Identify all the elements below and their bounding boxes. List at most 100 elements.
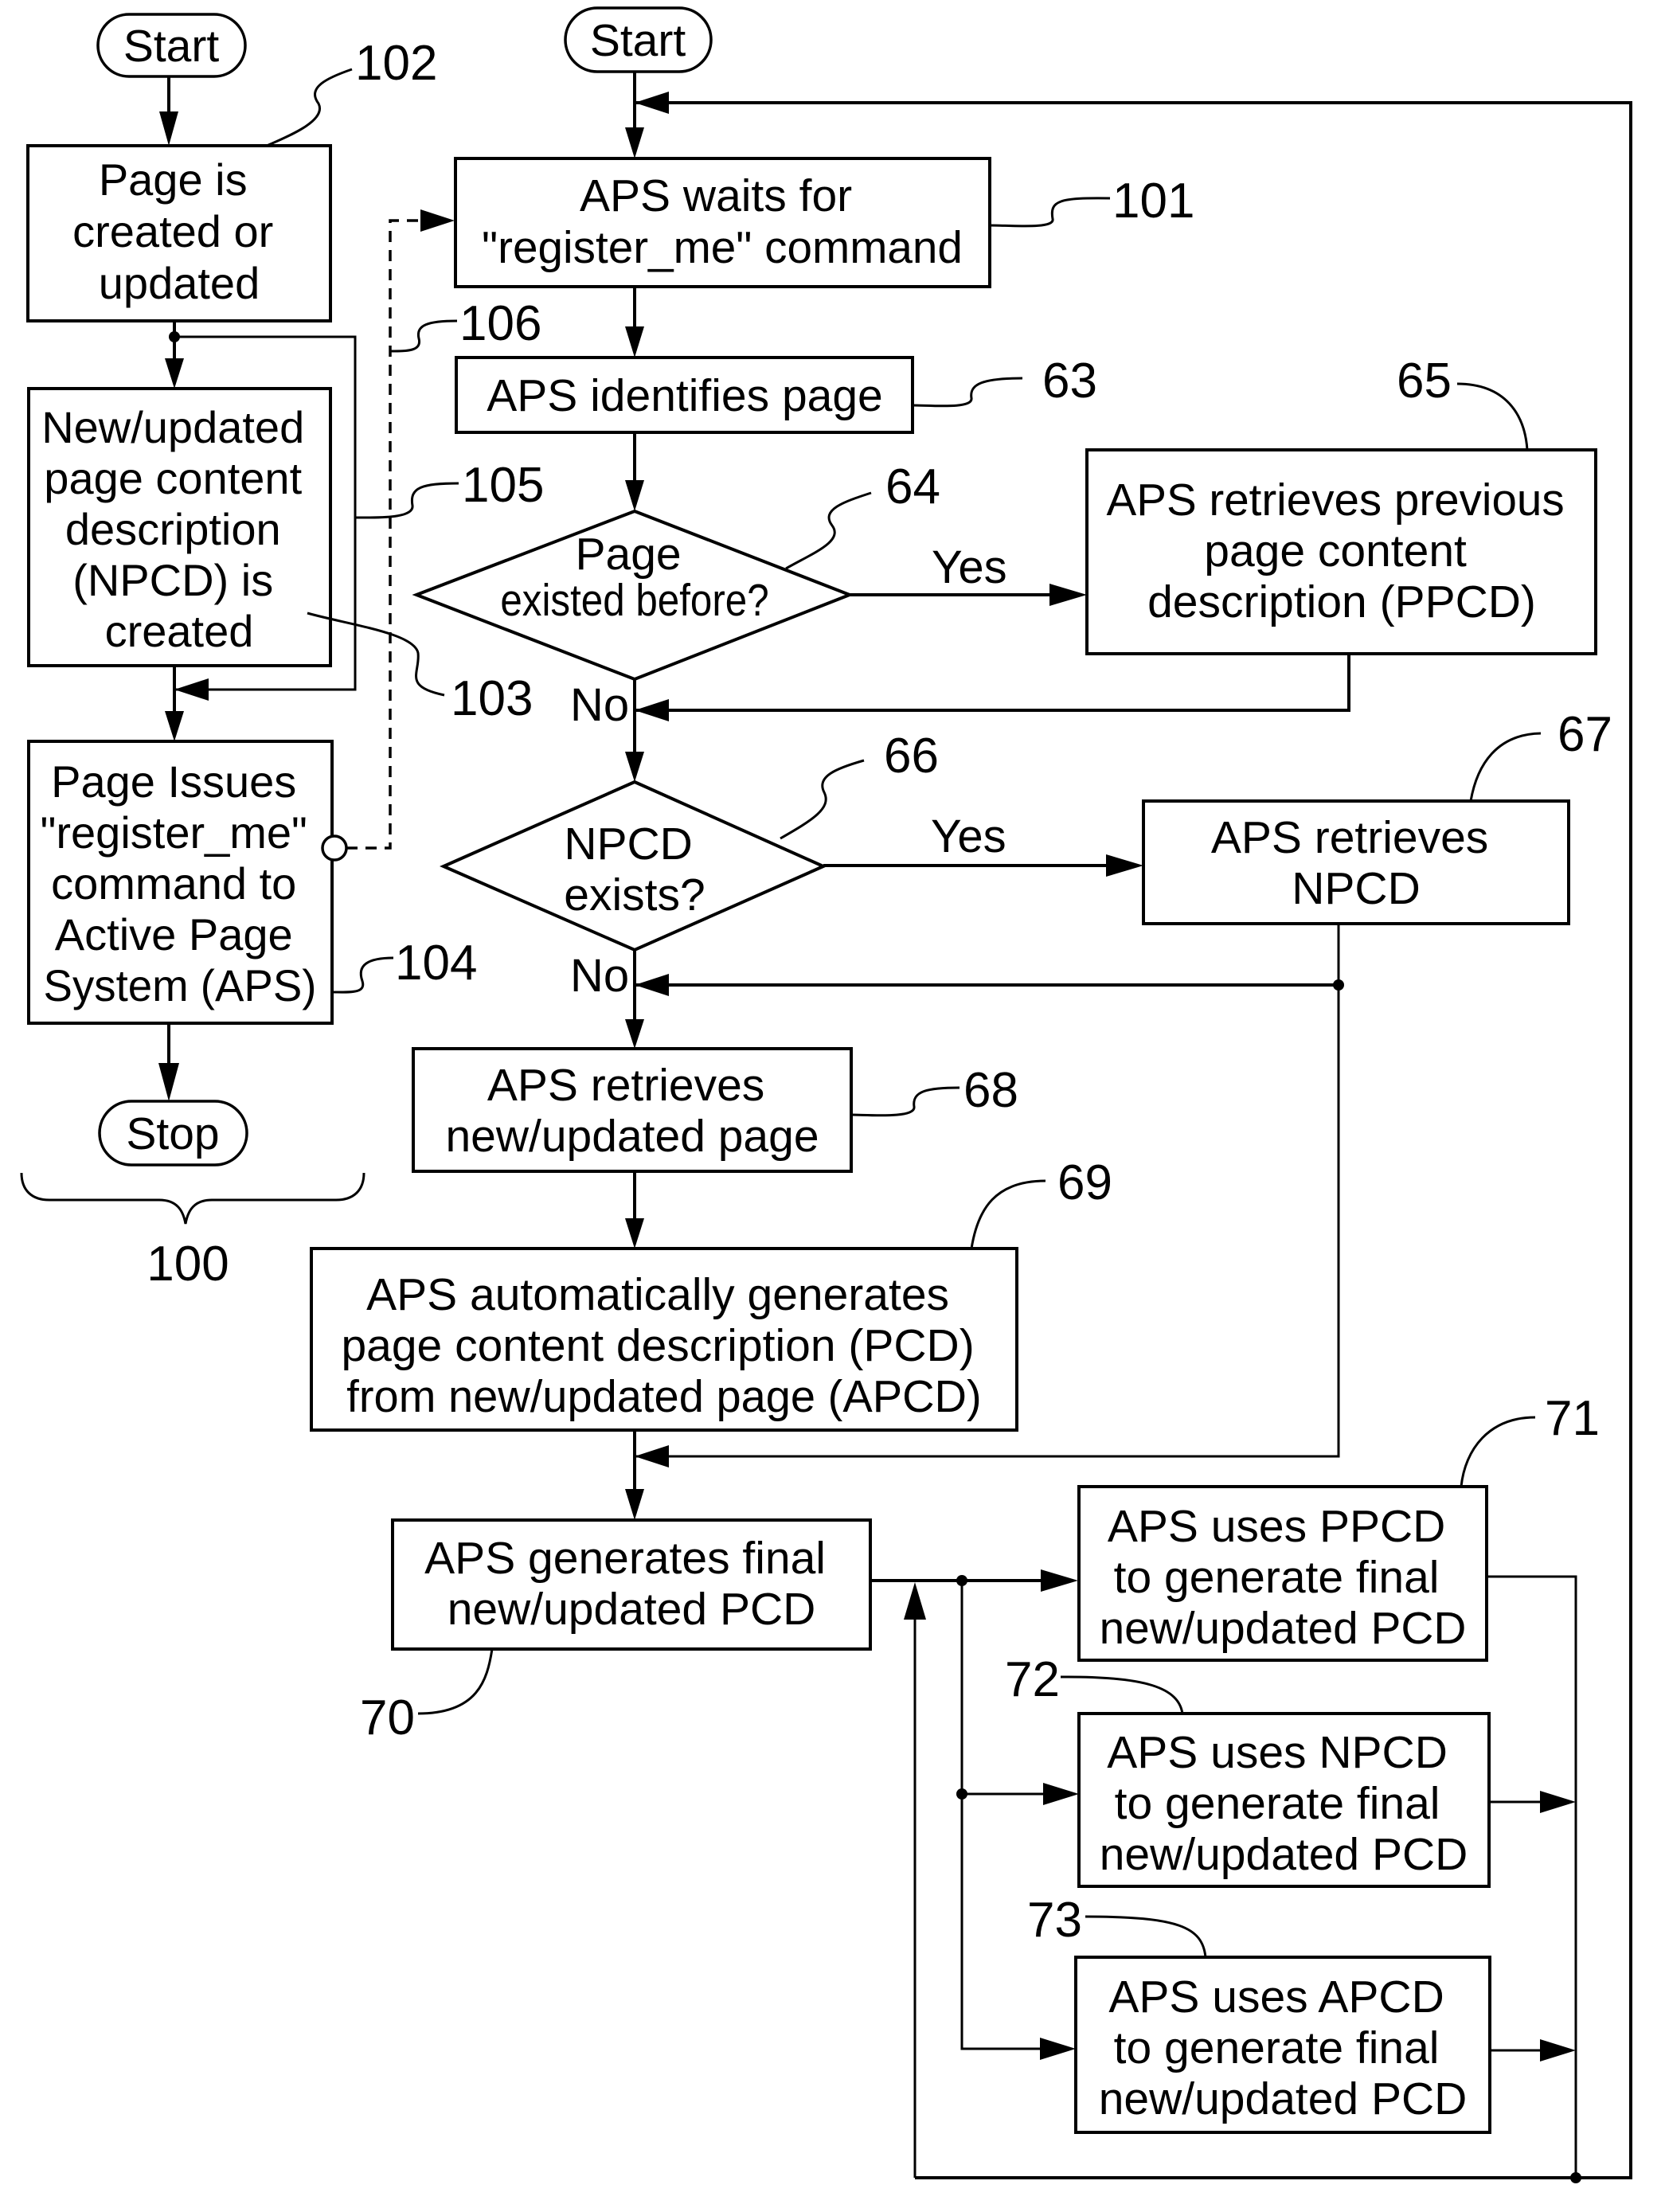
leader-line	[266, 68, 353, 147]
arrowhead	[174, 678, 209, 701]
ref-71: 71	[1545, 1391, 1600, 1446]
step-102-page-created: Page is created or updated	[26, 144, 332, 322]
arrowhead	[635, 92, 669, 114]
leader-line	[780, 759, 865, 840]
arrowhead	[625, 1489, 644, 1520]
arrowhead	[1049, 584, 1087, 606]
leader-line	[389, 319, 458, 353]
arrowhead	[635, 699, 669, 721]
branch-connector	[960, 1581, 1051, 2050]
left-stop-terminator: Stop	[98, 1100, 248, 1167]
register-signal-dashed-line	[346, 219, 434, 850]
leader-line	[1456, 382, 1529, 451]
leader-line	[354, 482, 459, 519]
ref-70: 70	[360, 1690, 415, 1745]
ref-104: 104	[395, 936, 477, 991]
junction-dot	[1333, 979, 1344, 991]
group-brace	[20, 1172, 365, 1225]
ref-67: 67	[1558, 707, 1612, 762]
yes-label: Yes	[932, 541, 1007, 593]
main-start-label: Start	[590, 15, 686, 66]
step-text: APS uses PPCD to generate final new/upda…	[1100, 1501, 1467, 1654]
leader-line	[1085, 1915, 1207, 1958]
arrowhead	[625, 752, 644, 782]
step-72-use-npcd: APS uses NPCD to generate final new/upda…	[1077, 1712, 1491, 1888]
leader-line	[331, 956, 394, 994]
ref-100: 100	[147, 1237, 229, 1292]
junction-dot	[956, 1788, 967, 1800]
flowchart: Start Page is created or updated 102 New…	[20, 6, 1632, 2183]
step-101-wait-register: APS waits for "register_me" command	[454, 157, 991, 288]
leader-line	[785, 491, 872, 570]
arrowhead	[1040, 2038, 1076, 2060]
ref-63: 63	[1042, 354, 1097, 408]
step-text: APS retrieves new/updated page	[445, 1060, 819, 1162]
arrowhead	[158, 1063, 179, 1101]
ref-64: 64	[885, 459, 940, 514]
main-start-terminator: Start	[564, 6, 713, 73]
step-67-retrieve-npcd: APS retrieves NPCD	[1142, 799, 1570, 925]
arrowhead	[1106, 854, 1143, 877]
stop-label: Stop	[126, 1108, 219, 1159]
leader-line	[989, 197, 1111, 228]
arrowhead	[635, 1445, 669, 1468]
leader-line	[1460, 1416, 1536, 1487]
junction-dot	[1570, 2172, 1581, 2183]
arrowhead	[635, 974, 669, 996]
step-105-npcd-created: New/updated page content description (NP…	[27, 387, 332, 667]
step-104-issue-register: Page Issues "register_me" command to Act…	[27, 740, 334, 1025]
step-68-retrieve-page: APS retrieves new/updated page	[412, 1047, 853, 1173]
step-text: Page is created or updated	[72, 154, 286, 308]
step-text: Page Issues "register_me" command to Act…	[41, 756, 320, 1010]
arrowhead	[625, 1019, 644, 1049]
step-71-use-ppcd: APS uses PPCD to generate final new/upda…	[1077, 1485, 1488, 1662]
ref-65: 65	[1397, 354, 1452, 408]
ref-101: 101	[1112, 174, 1194, 229]
decision-66-npcd-exists: NPCD exists?	[440, 780, 827, 952]
leader-line	[1060, 1675, 1184, 1714]
arrowhead	[1540, 1791, 1576, 1813]
no-label: No	[570, 679, 629, 731]
arrowhead	[159, 111, 178, 146]
collector-connector	[1487, 1575, 1577, 2178]
step-text: APS uses APCD to generate final new/upda…	[1099, 1972, 1468, 2124]
arrowhead	[420, 209, 455, 232]
arrowhead	[1043, 1783, 1079, 1805]
ref-106: 106	[459, 296, 541, 351]
leader-line	[417, 1648, 494, 1715]
step-text: APS generates final new/updated PCD	[424, 1533, 838, 1635]
arrowhead	[904, 1582, 926, 1620]
ref-73: 73	[1027, 1893, 1082, 1948]
step-70-generate-final-pcd: APS generates final new/updated PCD	[391, 1518, 872, 1651]
step-63-identify-page: APS identifies page	[455, 356, 914, 434]
merge-connector	[635, 654, 1350, 712]
arrowhead	[165, 711, 184, 741]
step-text: APS identifies page	[487, 370, 883, 421]
step-text: APS uses NPCD to generate final new/upda…	[1100, 1727, 1468, 1880]
arrowhead	[1041, 1569, 1078, 1592]
ref-102: 102	[355, 36, 437, 91]
arrowhead	[1540, 2039, 1576, 2062]
step-65-retrieve-ppcd: APS retrieves previous page content desc…	[1085, 448, 1597, 655]
left-start-label: Start	[123, 21, 220, 72]
leader-line	[850, 1086, 960, 1117]
leader-line	[970, 1179, 1046, 1249]
left-start-terminator: Start	[96, 13, 247, 78]
ref-72: 72	[1005, 1652, 1060, 1707]
decision-64-page-existed: Page existed before?	[412, 509, 854, 682]
leader-line	[1469, 732, 1542, 802]
yes-label: Yes	[931, 811, 1006, 862]
ref-105: 105	[462, 458, 544, 513]
arrowhead	[625, 1218, 644, 1249]
ref-66: 66	[884, 729, 939, 784]
step-text: APS automatically generates page content…	[341, 1269, 987, 1422]
decision-text: Page existed before?	[500, 529, 768, 626]
decision-text: NPCD exists?	[564, 819, 705, 920]
step-73-use-apcd: APS uses APCD to generate final new/upda…	[1074, 1956, 1491, 2134]
step-69-auto-generate-apcd: APS automatically generates page content…	[310, 1247, 1018, 1432]
arrowhead	[165, 358, 184, 389]
no-label: No	[570, 950, 629, 1002]
signal-origin-circle	[321, 834, 348, 862]
ref-103: 103	[451, 671, 533, 726]
arrowhead	[625, 480, 644, 511]
